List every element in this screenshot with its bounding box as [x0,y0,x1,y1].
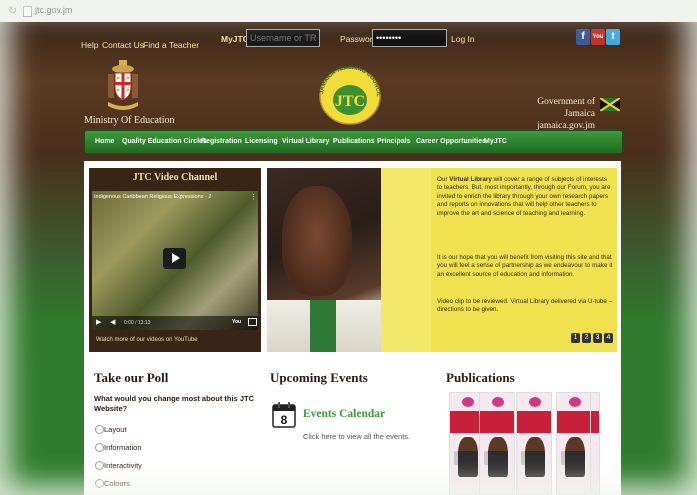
video-channel-title: JTC Video Channel [132,172,218,183]
svg-text:JTC: JTC [335,93,365,110]
share-icon[interactable]: ⋮ [250,193,257,201]
slide-page-4[interactable]: 4 [604,333,613,343]
poll-title: Take our Poll [94,370,169,385]
video-caption[interactable]: Indigenous Caribbean Religious Expressio… [94,194,211,200]
upcoming-events-title: Upcoming Events [270,370,368,385]
publications-title: Publications [446,370,515,385]
twitter-icon[interactable]: t [606,29,620,45]
view-all-events-link[interactable]: Click here to view all the events. [303,432,410,441]
login-button[interactable]: Log In [451,34,475,44]
poll-option-colours[interactable]: Colours [104,479,130,488]
find-a-teacher-link[interactable]: Find a Teacher [143,40,199,50]
pause-icon[interactable]: ▶ [96,318,101,326]
help-link[interactable]: Help [81,40,98,50]
page-icon [23,6,32,17]
jamaica-flag-icon [600,98,620,111]
poll-radio-information[interactable] [95,443,104,452]
poll-radio-colours[interactable] [95,479,104,488]
poll-radio-interactivity[interactable] [95,461,104,470]
hero-student-face [282,186,352,296]
myjtc-label: MyJTC [221,34,249,44]
slide-page-1[interactable]: 1 [571,333,580,343]
publication-cover[interactable] [556,392,592,495]
nav-quality-education-circles[interactable]: Quality Education Circles [122,138,207,145]
jtc-logo[interactable]: JAMAICA TEACHING COUNCIL JTC [313,60,387,126]
slide-page-2[interactable]: 2 [582,333,591,343]
nav-myjtc[interactable]: MyJTC [484,138,507,145]
youtube-logo-icon[interactable]: You [232,319,241,325]
feature-paragraph-1: Our Virtual Library will cover a range o… [437,176,611,217]
nav-publications[interactable]: Publications [333,138,375,145]
feature-paragraph-3: Video clip to be reviewed. Virtual Libra… [437,298,613,314]
svg-text:8: 8 [281,413,288,427]
username-input[interactable] [246,29,320,47]
ministry-of-education-text: Ministry Of Education [84,115,175,126]
password-input[interactable] [372,29,447,47]
youtube-videos-link[interactable]: Watch more of our videos on YouTube [96,337,198,343]
nav-principals[interactable]: Principals [377,138,410,145]
feature-paragraph-2: It is our hope that you will benefit fro… [437,254,613,278]
volume-icon[interactable]: ◀ [110,318,115,326]
url-text[interactable]: jtc.gov.jm [35,5,72,15]
publication-cover[interactable] [479,392,515,495]
coat-of-arms-icon [108,60,138,110]
nav-career-opportunities[interactable]: Career Opportunities [416,138,486,145]
facebook-icon[interactable]: f [576,29,590,45]
nav-registration[interactable]: Registration [201,138,242,145]
events-calendar-link[interactable]: Events Calendar [303,408,385,420]
contact-us-link[interactable]: Contact Us [102,40,144,50]
poll-option-layout[interactable]: Layout [104,425,127,434]
poll-question: What would you change most about this JT… [94,394,255,413]
nav-virtual-library[interactable]: Virtual Library [282,138,329,145]
poll-option-information[interactable]: Information [104,443,142,452]
publication-cover[interactable] [516,392,552,495]
reload-icon[interactable]: ↻ [8,5,20,17]
nav-home[interactable]: Home [95,138,114,145]
government-of-jamaica-text[interactable]: Government of Jamaica jamaica.gov.jm [515,96,595,132]
government-name: Government of Jamaica [537,97,595,119]
nav-licensing[interactable]: Licensing [245,138,278,145]
fullscreen-icon[interactable] [248,318,257,326]
calendar-icon[interactable]: 8 [272,402,296,428]
poll-radio-layout[interactable] [95,425,104,434]
play-icon [172,253,180,263]
publication-cover[interactable] [590,392,600,495]
slide-page-3[interactable]: 3 [593,333,602,343]
video-time: 0:00 / 13:13 [124,320,151,326]
youtube-icon[interactable]: You [591,29,605,45]
poll-option-interactivity[interactable]: Interactivity [104,461,142,470]
browser-address-bar[interactable] [0,0,697,23]
hero-student-tie [310,300,336,352]
